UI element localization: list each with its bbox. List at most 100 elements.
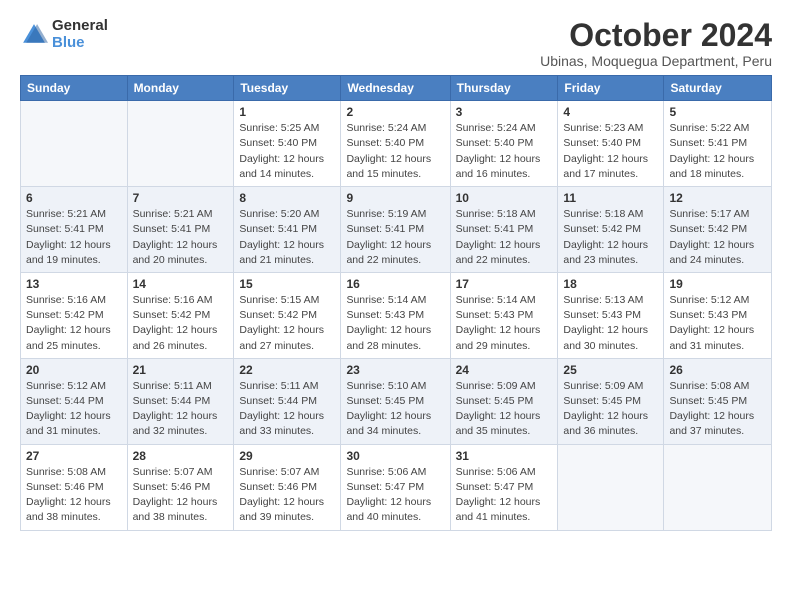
day-info: Sunrise: 5:16 AMSunset: 5:42 PMDaylight:… (26, 293, 122, 354)
logo: General Blue (20, 18, 108, 51)
calendar-cell: 16 Sunrise: 5:14 AMSunset: 5:43 PMDayligh… (341, 272, 450, 358)
calendar-week-row: 20 Sunrise: 5:12 AMSunset: 5:44 PMDayligh… (21, 358, 772, 444)
day-number: 22 (239, 363, 335, 377)
day-info: Sunrise: 5:14 AMSunset: 5:43 PMDaylight:… (346, 293, 444, 354)
logo-text: General Blue (52, 18, 108, 51)
calendar-cell: 12 Sunrise: 5:17 AMSunset: 5:42 PMDayligh… (664, 187, 772, 273)
calendar-cell: 4 Sunrise: 5:23 AMSunset: 5:40 PMDaylight… (558, 101, 664, 187)
day-info: Sunrise: 5:10 AMSunset: 5:45 PMDaylight:… (346, 379, 444, 440)
calendar-cell: 23 Sunrise: 5:10 AMSunset: 5:45 PMDayligh… (341, 358, 450, 444)
day-info: Sunrise: 5:17 AMSunset: 5:42 PMDaylight:… (669, 207, 766, 268)
day-number: 6 (26, 191, 122, 205)
day-number: 16 (346, 277, 444, 291)
calendar-cell: 13Sunrise: 5:16 AMSunset: 5:42 PMDayligh… (21, 272, 128, 358)
day-number: 5 (669, 105, 766, 119)
day-number: 11 (563, 191, 658, 205)
calendar: SundayMondayTuesdayWednesdayThursdayFrid… (20, 75, 772, 530)
day-info: Sunrise: 5:09 AMSunset: 5:45 PMDaylight:… (456, 379, 553, 440)
calendar-cell: 10 Sunrise: 5:18 AMSunset: 5:41 PMDayligh… (450, 187, 558, 273)
weekday-header: Thursday (450, 76, 558, 101)
weekday-header: Wednesday (341, 76, 450, 101)
day-number: 2 (346, 105, 444, 119)
day-number: 14 (133, 277, 229, 291)
day-info: Sunrise: 5:18 AMSunset: 5:41 PMDaylight:… (456, 207, 553, 268)
day-info: Sunrise: 5:22 AMSunset: 5:41 PMDaylight:… (669, 121, 766, 182)
subtitle: Ubinas, Moquegua Department, Peru (540, 53, 772, 69)
day-number: 10 (456, 191, 553, 205)
calendar-cell: 19 Sunrise: 5:12 AMSunset: 5:43 PMDayligh… (664, 272, 772, 358)
calendar-cell: 7 Sunrise: 5:21 AMSunset: 5:41 PMDaylight… (127, 187, 234, 273)
day-number: 9 (346, 191, 444, 205)
day-number: 24 (456, 363, 553, 377)
day-number: 8 (239, 191, 335, 205)
day-info: Sunrise: 5:21 AMSunset: 5:41 PMDaylight:… (133, 207, 229, 268)
day-number: 21 (133, 363, 229, 377)
weekday-header: Monday (127, 76, 234, 101)
day-number: 3 (456, 105, 553, 119)
calendar-cell: 22 Sunrise: 5:11 AMSunset: 5:44 PMDayligh… (234, 358, 341, 444)
day-number: 27 (26, 449, 122, 463)
day-info: Sunrise: 5:13 AMSunset: 5:43 PMDaylight:… (563, 293, 658, 354)
day-number: 26 (669, 363, 766, 377)
day-number: 15 (239, 277, 335, 291)
day-number: 25 (563, 363, 658, 377)
calendar-cell (558, 444, 664, 530)
day-number: 19 (669, 277, 766, 291)
calendar-cell: 5 Sunrise: 5:22 AMSunset: 5:41 PMDaylight… (664, 101, 772, 187)
day-info: Sunrise: 5:08 AMSunset: 5:46 PMDaylight:… (26, 465, 122, 526)
calendar-cell: 21Sunrise: 5:11 AMSunset: 5:44 PMDayligh… (127, 358, 234, 444)
weekday-header-row: SundayMondayTuesdayWednesdayThursdayFrid… (21, 76, 772, 101)
calendar-cell: 24 Sunrise: 5:09 AMSunset: 5:45 PMDayligh… (450, 358, 558, 444)
day-info: Sunrise: 5:07 AMSunset: 5:46 PMDaylight:… (239, 465, 335, 526)
calendar-cell: 14 Sunrise: 5:16 AMSunset: 5:42 PMDayligh… (127, 272, 234, 358)
day-info: Sunrise: 5:12 AMSunset: 5:43 PMDaylight:… (669, 293, 766, 354)
calendar-cell (664, 444, 772, 530)
day-info: Sunrise: 5:23 AMSunset: 5:40 PMDaylight:… (563, 121, 658, 182)
calendar-cell: 15Sunrise: 5:15 AMSunset: 5:42 PMDayligh… (234, 272, 341, 358)
weekday-header: Sunday (21, 76, 128, 101)
day-number: 17 (456, 277, 553, 291)
day-number: 4 (563, 105, 658, 119)
day-number: 20 (26, 363, 122, 377)
calendar-cell: 31 Sunrise: 5:06 AMSunset: 5:47 PMDayligh… (450, 444, 558, 530)
day-number: 28 (133, 449, 229, 463)
day-info: Sunrise: 5:18 AMSunset: 5:42 PMDaylight:… (563, 207, 658, 268)
day-info: Sunrise: 5:25 AMSunset: 5:40 PMDaylight:… (239, 121, 335, 182)
day-number: 30 (346, 449, 444, 463)
day-number: 1 (239, 105, 335, 119)
calendar-cell: 20 Sunrise: 5:12 AMSunset: 5:44 PMDayligh… (21, 358, 128, 444)
calendar-cell: 6 Sunrise: 5:21 AMSunset: 5:41 PMDaylight… (21, 187, 128, 273)
day-number: 7 (133, 191, 229, 205)
calendar-cell: 25 Sunrise: 5:09 AMSunset: 5:45 PMDayligh… (558, 358, 664, 444)
day-info: Sunrise: 5:14 AMSunset: 5:43 PMDaylight:… (456, 293, 553, 354)
logo-icon (20, 21, 48, 49)
day-number: 23 (346, 363, 444, 377)
logo-blue: Blue (52, 35, 108, 52)
day-info: Sunrise: 5:12 AMSunset: 5:44 PMDaylight:… (26, 379, 122, 440)
logo-general: General (52, 18, 108, 35)
calendar-cell (127, 101, 234, 187)
day-info: Sunrise: 5:11 AMSunset: 5:44 PMDaylight:… (239, 379, 335, 440)
day-info: Sunrise: 5:06 AMSunset: 5:47 PMDaylight:… (456, 465, 553, 526)
calendar-cell: 29Sunrise: 5:07 AMSunset: 5:46 PMDayligh… (234, 444, 341, 530)
calendar-cell: 2Sunrise: 5:24 AMSunset: 5:40 PMDaylight… (341, 101, 450, 187)
calendar-cell: 11 Sunrise: 5:18 AMSunset: 5:42 PMDayligh… (558, 187, 664, 273)
day-info: Sunrise: 5:09 AMSunset: 5:45 PMDaylight:… (563, 379, 658, 440)
day-info: Sunrise: 5:08 AMSunset: 5:45 PMDaylight:… (669, 379, 766, 440)
calendar-cell: 17 Sunrise: 5:14 AMSunset: 5:43 PMDayligh… (450, 272, 558, 358)
day-info: Sunrise: 5:07 AMSunset: 5:46 PMDaylight:… (133, 465, 229, 526)
calendar-cell: 26 Sunrise: 5:08 AMSunset: 5:45 PMDayligh… (664, 358, 772, 444)
calendar-cell: 1 Sunrise: 5:25 AMSunset: 5:40 PMDaylight… (234, 101, 341, 187)
calendar-cell: 18Sunrise: 5:13 AMSunset: 5:43 PMDayligh… (558, 272, 664, 358)
weekday-header: Tuesday (234, 76, 341, 101)
day-info: Sunrise: 5:19 AMSunset: 5:41 PMDaylight:… (346, 207, 444, 268)
calendar-cell: 27 Sunrise: 5:08 AMSunset: 5:46 PMDayligh… (21, 444, 128, 530)
day-number: 31 (456, 449, 553, 463)
day-info: Sunrise: 5:16 AMSunset: 5:42 PMDaylight:… (133, 293, 229, 354)
page: General Blue October 2024 Ubinas, Moqueg… (0, 0, 792, 612)
weekday-header: Friday (558, 76, 664, 101)
day-info: Sunrise: 5:21 AMSunset: 5:41 PMDaylight:… (26, 207, 122, 268)
day-number: 12 (669, 191, 766, 205)
main-title: October 2024 (540, 18, 772, 53)
weekday-header: Saturday (664, 76, 772, 101)
